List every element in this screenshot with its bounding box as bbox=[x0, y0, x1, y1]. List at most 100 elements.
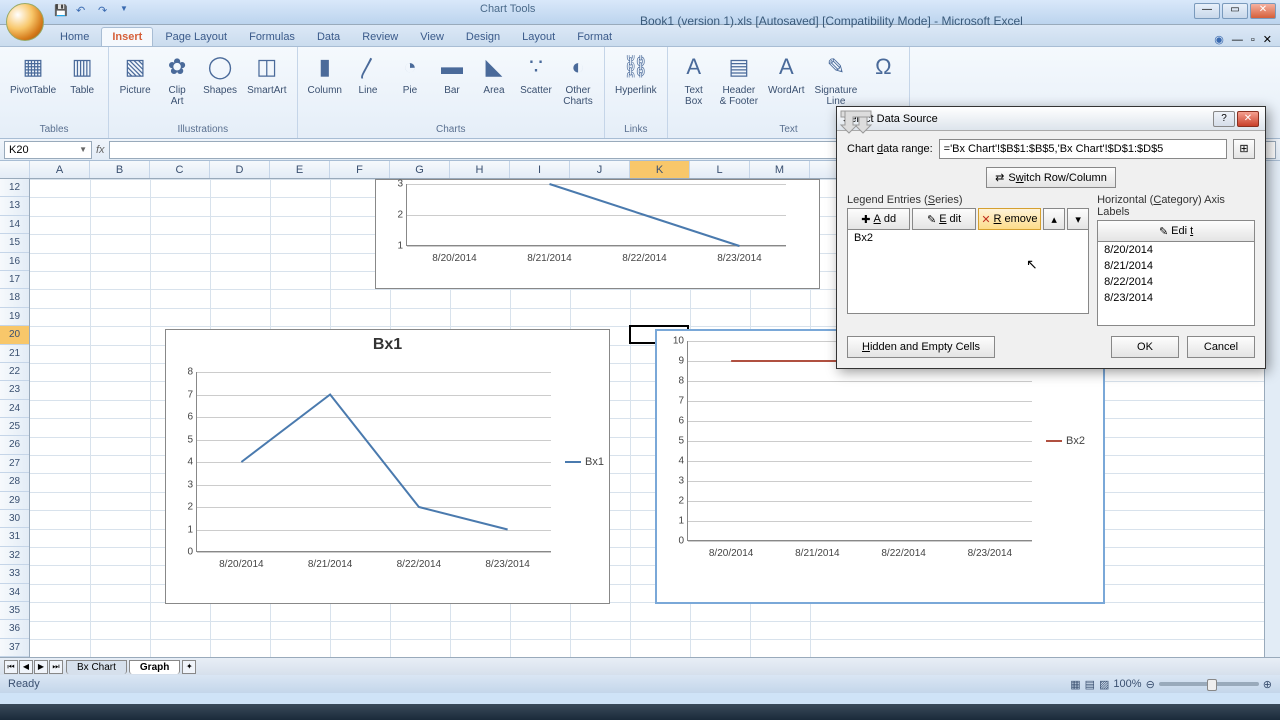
hyperlink-button[interactable]: ⛓Hyperlink bbox=[611, 49, 661, 98]
row-header[interactable]: 32 bbox=[0, 547, 29, 565]
-button[interactable]: Ω bbox=[863, 49, 903, 85]
restore-icon[interactable]: ▫ bbox=[1251, 34, 1255, 46]
column-header[interactable]: I bbox=[510, 161, 570, 178]
column-header[interactable]: H bbox=[450, 161, 510, 178]
pivottable-button[interactable]: ▦PivotTable bbox=[6, 49, 60, 98]
row-header[interactable]: 19 bbox=[0, 308, 29, 326]
shapes-button[interactable]: ◯Shapes bbox=[199, 49, 241, 98]
edit-series-button[interactable]: ✎Edit bbox=[912, 208, 975, 230]
list-item[interactable]: 8/22/2014 bbox=[1098, 274, 1254, 290]
row-header[interactable]: 14 bbox=[0, 216, 29, 234]
dialog-help-button[interactable]: ? bbox=[1213, 111, 1235, 127]
zoom-out-button[interactable]: ⊖ bbox=[1146, 678, 1155, 691]
chart-bx2[interactable]: Bx20123456789108/20/20148/21/20148/22/20… bbox=[655, 329, 1105, 604]
edit-category-button[interactable]: ✎Edit bbox=[1097, 220, 1255, 242]
column-header[interactable]: J bbox=[570, 161, 630, 178]
header-button[interactable]: ▤Header& Footer bbox=[716, 49, 762, 109]
row-header[interactable]: 20 bbox=[0, 326, 29, 344]
list-item[interactable]: 8/23/2014 bbox=[1098, 290, 1254, 306]
tab-view[interactable]: View bbox=[410, 28, 454, 46]
scatter-button[interactable]: ∵Scatter bbox=[516, 49, 556, 98]
row-header[interactable]: 29 bbox=[0, 492, 29, 510]
add-series-button[interactable]: ✚Add bbox=[847, 208, 910, 230]
range-collapse-button[interactable]: ⊞ bbox=[1233, 139, 1255, 159]
other-button[interactable]: ◐OtherCharts bbox=[558, 49, 598, 109]
zoom-slider[interactable] bbox=[1159, 682, 1259, 686]
move-up-button[interactable]: ▴ bbox=[1043, 208, 1065, 230]
picture-button[interactable]: ▧Picture bbox=[115, 49, 155, 98]
ok-button[interactable]: OK bbox=[1111, 336, 1179, 358]
tab-design[interactable]: Design bbox=[456, 28, 510, 46]
series-listbox[interactable]: Bx2 bbox=[847, 230, 1089, 314]
remove-series-button[interactable]: ✕Remove bbox=[978, 208, 1041, 230]
column-header[interactable]: L bbox=[690, 161, 750, 178]
vertical-scrollbar[interactable] bbox=[1264, 161, 1280, 657]
column-header[interactable]: G bbox=[390, 161, 450, 178]
redo-icon[interactable]: ↷ bbox=[98, 4, 114, 20]
chart-bx1[interactable]: Bx1Bx10123456788/20/20148/21/20148/22/20… bbox=[165, 329, 610, 604]
prev-sheet-button[interactable]: ◀ bbox=[19, 660, 33, 674]
tab-home[interactable]: Home bbox=[50, 28, 99, 46]
undo-icon[interactable]: ↶ bbox=[76, 4, 92, 20]
row-header[interactable]: 23 bbox=[0, 381, 29, 399]
chart-range-input[interactable] bbox=[939, 139, 1227, 159]
row-header[interactable]: 18 bbox=[0, 289, 29, 307]
row-header[interactable]: 28 bbox=[0, 473, 29, 491]
column-header[interactable]: E bbox=[270, 161, 330, 178]
row-header[interactable]: 33 bbox=[0, 565, 29, 583]
next-sheet-button[interactable]: ▶ bbox=[34, 660, 48, 674]
save-icon[interactable]: 💾 bbox=[54, 4, 70, 20]
help-icon[interactable]: ◉ bbox=[1214, 33, 1224, 46]
maximize-button[interactable]: ▭ bbox=[1222, 3, 1248, 19]
row-header[interactable]: 35 bbox=[0, 602, 29, 620]
chevron-down-icon[interactable]: ▼ bbox=[79, 145, 87, 154]
tab-review[interactable]: Review bbox=[352, 28, 408, 46]
list-item[interactable]: 8/21/2014 bbox=[1098, 258, 1254, 274]
smartart-button[interactable]: ◫SmartArt bbox=[243, 49, 290, 98]
column-header[interactable]: B bbox=[90, 161, 150, 178]
tab-page-layout[interactable]: Page Layout bbox=[155, 28, 237, 46]
zoom-level[interactable]: 100% bbox=[1113, 678, 1141, 690]
office-button[interactable] bbox=[6, 3, 44, 41]
ribbon-minimize-icon[interactable]: — bbox=[1232, 34, 1243, 46]
signature-button[interactable]: ✎SignatureLine bbox=[811, 49, 862, 109]
list-item[interactable]: Bx2 bbox=[848, 230, 1088, 246]
column-header[interactable]: K bbox=[630, 161, 690, 178]
zoom-in-button[interactable]: ⊕ bbox=[1263, 678, 1272, 691]
row-header[interactable]: 24 bbox=[0, 400, 29, 418]
table-button[interactable]: ▥Table bbox=[62, 49, 102, 98]
tab-layout[interactable]: Layout bbox=[512, 28, 565, 46]
row-header[interactable]: 15 bbox=[0, 234, 29, 252]
row-header[interactable]: 17 bbox=[0, 271, 29, 289]
tab-formulas[interactable]: Formulas bbox=[239, 28, 305, 46]
row-header[interactable]: 21 bbox=[0, 345, 29, 363]
row-header[interactable]: 34 bbox=[0, 584, 29, 602]
column-header[interactable]: C bbox=[150, 161, 210, 178]
pie-button[interactable]: ◔Pie bbox=[390, 49, 430, 98]
row-header[interactable]: 13 bbox=[0, 197, 29, 215]
switch-row-column-button[interactable]: ⇄Switch Row/Column bbox=[986, 167, 1116, 188]
row-header[interactable]: 31 bbox=[0, 528, 29, 546]
doc-close-icon[interactable]: ✕ bbox=[1263, 33, 1272, 46]
tab-data[interactable]: Data bbox=[307, 28, 350, 46]
hidden-empty-cells-button[interactable]: Hidden and Empty Cells bbox=[847, 336, 995, 358]
row-header[interactable]: 26 bbox=[0, 436, 29, 454]
wordart-button[interactable]: AWordArt bbox=[764, 49, 809, 98]
row-headers[interactable]: 1213141516171819202122232425262728293031… bbox=[0, 179, 30, 657]
row-header[interactable]: 25 bbox=[0, 418, 29, 436]
sheet-tab[interactable]: Graph bbox=[129, 660, 180, 674]
column-header[interactable]: M bbox=[750, 161, 810, 178]
cancel-button[interactable]: Cancel bbox=[1187, 336, 1255, 358]
name-box[interactable]: K20 ▼ bbox=[4, 141, 92, 159]
view-layout-icon[interactable]: ▤ bbox=[1085, 678, 1095, 691]
row-header[interactable]: 12 bbox=[0, 179, 29, 197]
area-button[interactable]: ◣Area bbox=[474, 49, 514, 98]
close-button[interactable]: ✕ bbox=[1250, 3, 1276, 19]
sheet-tab[interactable]: Bx Chart bbox=[66, 660, 127, 674]
row-header[interactable]: 16 bbox=[0, 253, 29, 271]
row-header[interactable]: 22 bbox=[0, 363, 29, 381]
first-sheet-button[interactable]: ⏮ bbox=[4, 660, 18, 674]
row-header[interactable]: 36 bbox=[0, 620, 29, 638]
qat-menu-icon[interactable]: ▼ bbox=[120, 4, 136, 20]
view-break-icon[interactable]: ▨ bbox=[1099, 678, 1109, 691]
